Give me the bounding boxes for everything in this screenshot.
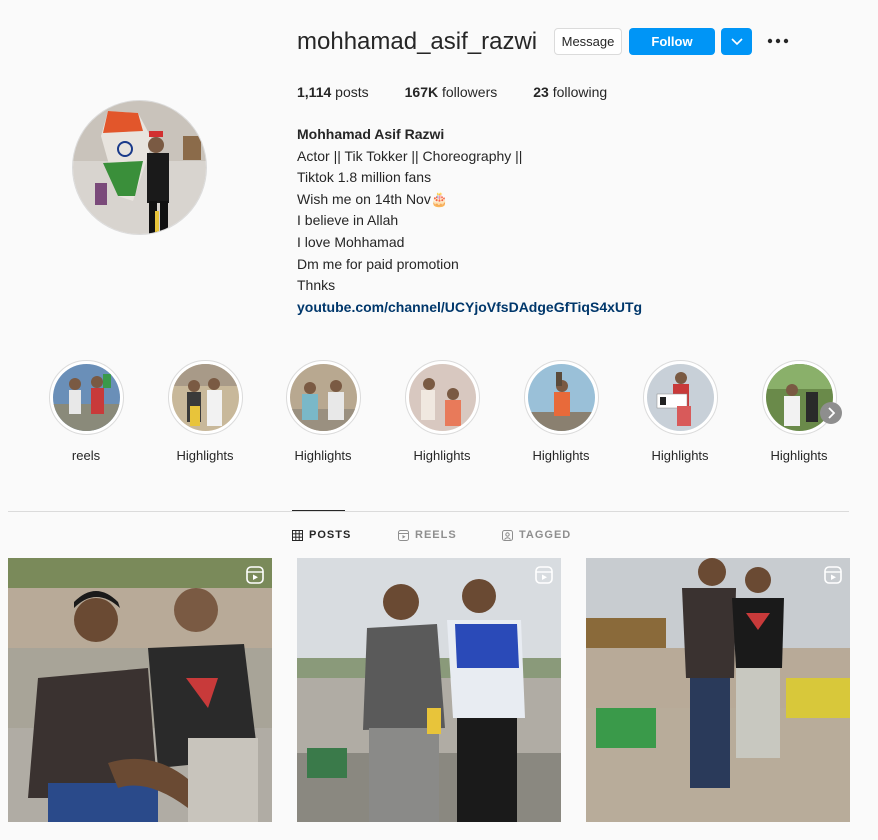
highlight-cover xyxy=(52,364,120,431)
tab-label: REELS xyxy=(415,529,457,541)
tab-label: POSTS xyxy=(309,529,352,541)
highlight-item[interactable]: Highlights xyxy=(278,360,368,463)
profile-bio: Mohhamad Asif Razwi Actor || Tik Tokker … xyxy=(297,124,642,318)
followers-stat[interactable]: 167K followers xyxy=(405,84,498,100)
highlight-cover xyxy=(527,364,595,431)
posts-stat: 1,114 posts xyxy=(297,84,369,100)
highlight-item[interactable]: Highlights xyxy=(516,360,606,463)
more-icon xyxy=(767,38,789,44)
chevron-right-icon xyxy=(828,407,835,419)
tabs-divider xyxy=(8,511,849,512)
highlight-label: Highlights xyxy=(770,448,828,463)
highlight-item[interactable]: Highlights xyxy=(397,360,487,463)
reel-badge-icon xyxy=(535,566,553,584)
bio-line: Dm me for paid promotion xyxy=(297,255,459,272)
reels-icon xyxy=(398,529,409,541)
highlight-item[interactable]: reels xyxy=(41,360,131,463)
highlight-label: Highlights xyxy=(651,448,709,463)
tab-label: TAGGED xyxy=(519,529,572,541)
posts-label: posts xyxy=(335,84,369,100)
highlight-item[interactable]: Highlights xyxy=(160,360,250,463)
posts-count: 1,114 xyxy=(297,84,332,100)
highlight-label: reels xyxy=(71,448,101,463)
followers-count: 167K xyxy=(404,84,439,100)
profile-username: mohhamad_asif_razwi xyxy=(297,28,538,55)
highlight-cover xyxy=(408,364,476,431)
highlight-label: Highlights xyxy=(294,448,352,463)
highlight-label: Highlights xyxy=(176,448,234,463)
bio-line: I love Mohhamad xyxy=(297,233,405,250)
highlight-cover xyxy=(646,364,714,431)
follow-button[interactable]: Follow xyxy=(629,28,715,55)
profile-external-link[interactable]: youtube.com/channel/UCYjoVfsDAdgeGfTiqS4… xyxy=(297,297,642,319)
highlight-cover xyxy=(171,364,239,431)
post-thumbnail[interactable] xyxy=(586,558,850,822)
highlight-cover xyxy=(289,364,357,431)
bio-line: Thnks xyxy=(297,277,336,294)
bio-line: Actor || Tik Tokker || Choreography || xyxy=(297,147,523,164)
profile-avatar[interactable] xyxy=(72,100,207,235)
grid-icon xyxy=(292,529,303,541)
highlight-label: Highlights xyxy=(413,448,471,463)
tab-reels[interactable]: REELS xyxy=(398,529,457,541)
story-highlights: reels Highlights Highlights Highlights H… xyxy=(0,360,878,470)
more-options-button[interactable] xyxy=(766,32,790,50)
suggestions-dropdown-button[interactable] xyxy=(721,28,752,55)
active-tab-indicator xyxy=(292,510,345,511)
chevron-down-icon xyxy=(730,37,743,45)
tab-posts[interactable]: POSTS xyxy=(292,529,351,541)
tagged-icon xyxy=(502,529,513,541)
profile-stats: 1,114 posts 167K followers 23 following xyxy=(297,84,643,100)
followers-label: followers xyxy=(441,84,498,100)
reel-badge-icon xyxy=(824,566,842,584)
highlights-next-button[interactable] xyxy=(820,402,842,424)
tab-tagged[interactable]: TAGGED xyxy=(502,529,571,541)
reel-badge-icon xyxy=(246,566,264,584)
following-stat[interactable]: 23 following xyxy=(533,84,607,100)
highlight-label: Highlights xyxy=(532,448,590,463)
following-count: 23 xyxy=(533,84,549,100)
profile-full-name: Mohhamad Asif Razwi xyxy=(297,126,445,142)
post-thumbnail[interactable] xyxy=(8,558,272,822)
bio-line: Wish me on 14th Nov🎂 xyxy=(297,190,449,207)
bio-line: Tiktok 1.8 million fans xyxy=(297,169,432,186)
post-thumbnail[interactable] xyxy=(297,558,561,822)
bio-line: I believe in Allah xyxy=(297,212,399,229)
message-button[interactable]: Message xyxy=(554,28,622,55)
highlight-item[interactable]: Highlights xyxy=(635,360,725,463)
following-label: following xyxy=(552,84,608,100)
